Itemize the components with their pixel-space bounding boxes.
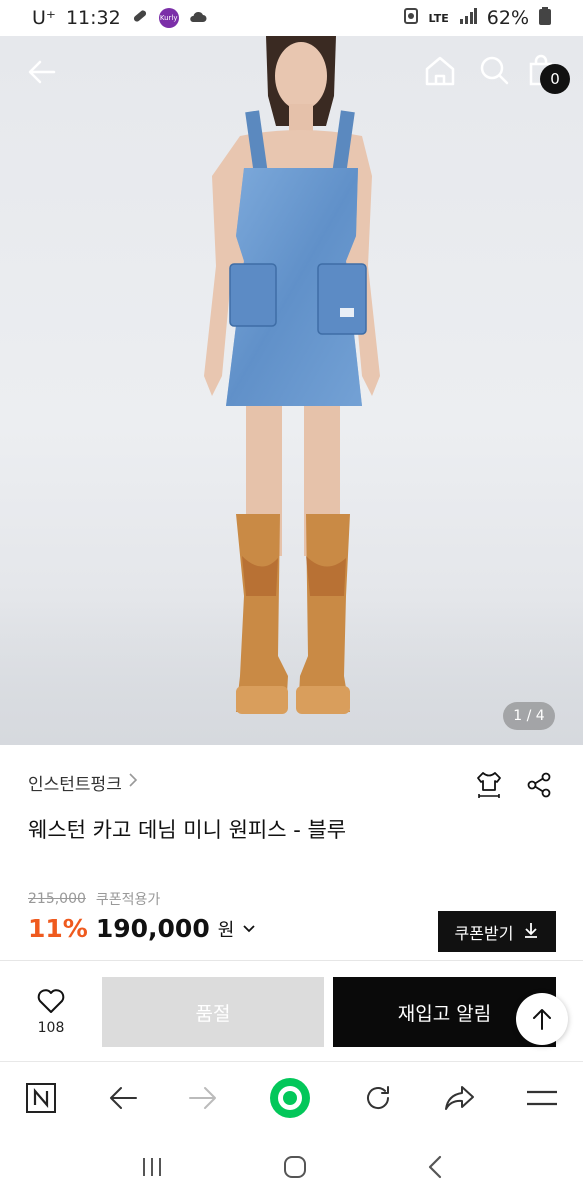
home-icon	[425, 56, 455, 86]
price-row: 11% 190,000 원	[28, 914, 256, 943]
system-nav-bar	[0, 1134, 583, 1200]
browser-share-button[interactable]	[443, 1084, 475, 1112]
share-button[interactable]	[525, 770, 553, 800]
home-circle-icon	[284, 1156, 307, 1178]
hamburger-menu-icon	[526, 1090, 557, 1106]
browser-forward-button[interactable]	[188, 1085, 218, 1111]
clock: 11:32	[65, 7, 121, 29]
signal-icon	[459, 7, 477, 29]
kurly-app-icon: Kurly	[158, 8, 179, 28]
browser-back-button[interactable]	[108, 1085, 138, 1111]
carrier-label: U⁺	[32, 7, 56, 29]
image-page-indicator: 1 / 4	[503, 702, 555, 730]
system-back-button[interactable]	[427, 1155, 443, 1179]
arrow-up-icon	[533, 1009, 551, 1030]
brand-name: 인스턴트펑크	[28, 775, 122, 795]
back-button[interactable]	[26, 56, 58, 92]
pill-icon	[131, 7, 149, 30]
recent-apps-button[interactable]	[140, 1156, 164, 1178]
network-type: LTE	[428, 11, 449, 25]
share-icon	[527, 772, 551, 798]
browser-toolbar	[0, 1061, 583, 1134]
green-dot-icon	[270, 1078, 311, 1118]
model-photo	[204, 36, 380, 714]
search-icon	[480, 56, 509, 85]
chevron-left-icon	[429, 1155, 442, 1179]
system-home-button[interactable]	[283, 1155, 307, 1179]
chevron-down-icon[interactable]	[242, 919, 256, 938]
home-button[interactable]	[423, 54, 457, 92]
cloud-icon	[189, 7, 207, 29]
refresh-icon	[366, 1086, 389, 1110]
scroll-to-top-button[interactable]	[516, 993, 568, 1045]
product-image[interactable]: 0 1 / 4	[0, 36, 583, 745]
like-button[interactable]: 108	[26, 988, 76, 1036]
product-title: 웨스턴 카고 데님 미니 원피스 - 블루	[28, 818, 347, 842]
chevron-right-icon	[128, 772, 138, 793]
currency-label: 원	[217, 919, 235, 941]
size-guide-button[interactable]	[475, 770, 503, 800]
naver-green-dot-button[interactable]	[268, 1076, 312, 1120]
status-bar: U⁺ 11:32 Kurly LTE 62%	[0, 0, 583, 36]
arrow-left-icon	[28, 60, 56, 84]
naver-home-button[interactable]	[25, 1082, 57, 1114]
arrow-left-icon	[109, 1087, 137, 1109]
original-price-row: 215,000 쿠폰적용가	[28, 889, 160, 909]
divider	[0, 960, 583, 961]
search-button[interactable]	[478, 54, 510, 90]
get-coupon-button[interactable]: 쿠폰받기	[438, 911, 556, 952]
recycle-icon	[403, 7, 419, 30]
naver-n-icon	[26, 1083, 57, 1113]
discount-rate: 11%	[28, 914, 88, 943]
get-coupon-label: 쿠폰받기	[454, 923, 514, 943]
battery-percent: 62%	[486, 7, 529, 29]
coupon-price-label: 쿠폰적용가	[95, 892, 161, 908]
shirt-size-icon	[477, 772, 501, 798]
share-arrow-icon	[445, 1086, 475, 1110]
brand-link[interactable]: 인스턴트펑크	[28, 770, 138, 795]
refresh-button[interactable]	[363, 1083, 393, 1113]
product-actions	[475, 770, 553, 800]
recent-apps-icon	[142, 1158, 161, 1176]
download-icon	[523, 921, 539, 943]
arrow-right-icon	[189, 1087, 217, 1109]
like-count: 108	[37, 1020, 65, 1036]
heart-icon	[37, 989, 65, 1013]
browser-menu-button[interactable]	[526, 1087, 558, 1109]
cart-count-badge: 0	[540, 64, 570, 94]
battery-icon	[539, 6, 551, 30]
original-price: 215,000	[28, 891, 86, 907]
sale-price: 190,000	[95, 914, 210, 943]
soldout-button: 품절	[102, 977, 324, 1047]
